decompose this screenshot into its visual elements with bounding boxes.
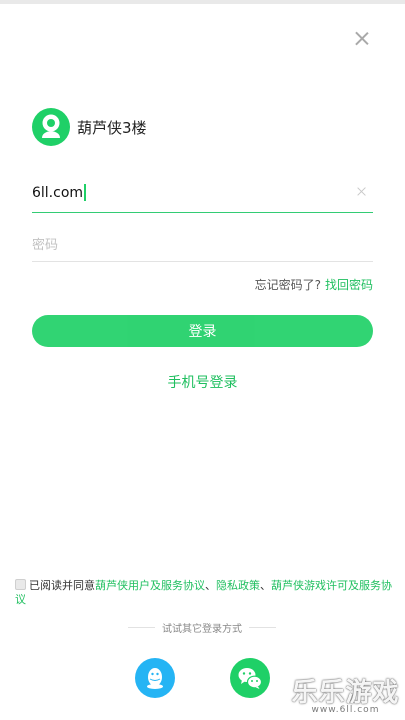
phone-login-link[interactable]: 手机号登录: [0, 372, 405, 392]
divider-line: [249, 627, 276, 628]
agreement-row: 已阅读并同意葫芦侠用户及服务协议、隐私政策、葫芦侠游戏许可及服务协议: [15, 579, 395, 607]
agree-checkbox[interactable]: [15, 579, 26, 590]
qq-icon: [147, 668, 163, 689]
close-icon[interactable]: [351, 28, 373, 50]
recover-password-link[interactable]: 找回密码: [325, 278, 373, 292]
divider-line: [128, 627, 155, 628]
password-placeholder: 密码: [32, 238, 59, 253]
user-agreement-link[interactable]: 葫芦侠用户及服务协议: [95, 579, 205, 592]
wechat-login-button[interactable]: [230, 658, 270, 698]
agreement-prefix: 已阅读并同意: [29, 579, 95, 592]
agreement-separator: 、: [260, 579, 271, 592]
agreement-separator: 、: [205, 579, 216, 592]
clear-icon[interactable]: [355, 185, 369, 199]
watermark-title: 乐乐游戏: [291, 678, 400, 708]
app-header: 葫芦侠3楼: [32, 108, 147, 146]
account-input[interactable]: 6ll.com: [32, 184, 87, 201]
text-caret: [84, 184, 87, 201]
privacy-policy-link[interactable]: 隐私政策: [216, 579, 260, 592]
watermark-url: www.6ll.com: [311, 705, 380, 715]
login-button[interactable]: 登录: [32, 315, 373, 347]
app-title: 葫芦侠3楼: [77, 118, 147, 137]
watermark: 乐乐游戏 www.6ll.com: [286, 672, 405, 720]
status-bar: [0, 0, 405, 4]
password-field[interactable]: 密码: [32, 228, 373, 262]
gourd-logo-icon: [32, 108, 70, 146]
qq-login-button[interactable]: [135, 658, 175, 698]
account-value: 6ll.com: [32, 184, 84, 201]
other-login-label: 试试其它登录方式: [162, 624, 242, 635]
other-login-divider: 试试其它登录方式: [128, 620, 276, 635]
wechat-icon: [238, 668, 263, 689]
forgot-password-row: 忘记密码了? 找回密码: [255, 276, 373, 293]
forgot-password-text: 忘记密码了?: [254, 278, 321, 292]
account-field[interactable]: 6ll.com: [32, 180, 373, 213]
